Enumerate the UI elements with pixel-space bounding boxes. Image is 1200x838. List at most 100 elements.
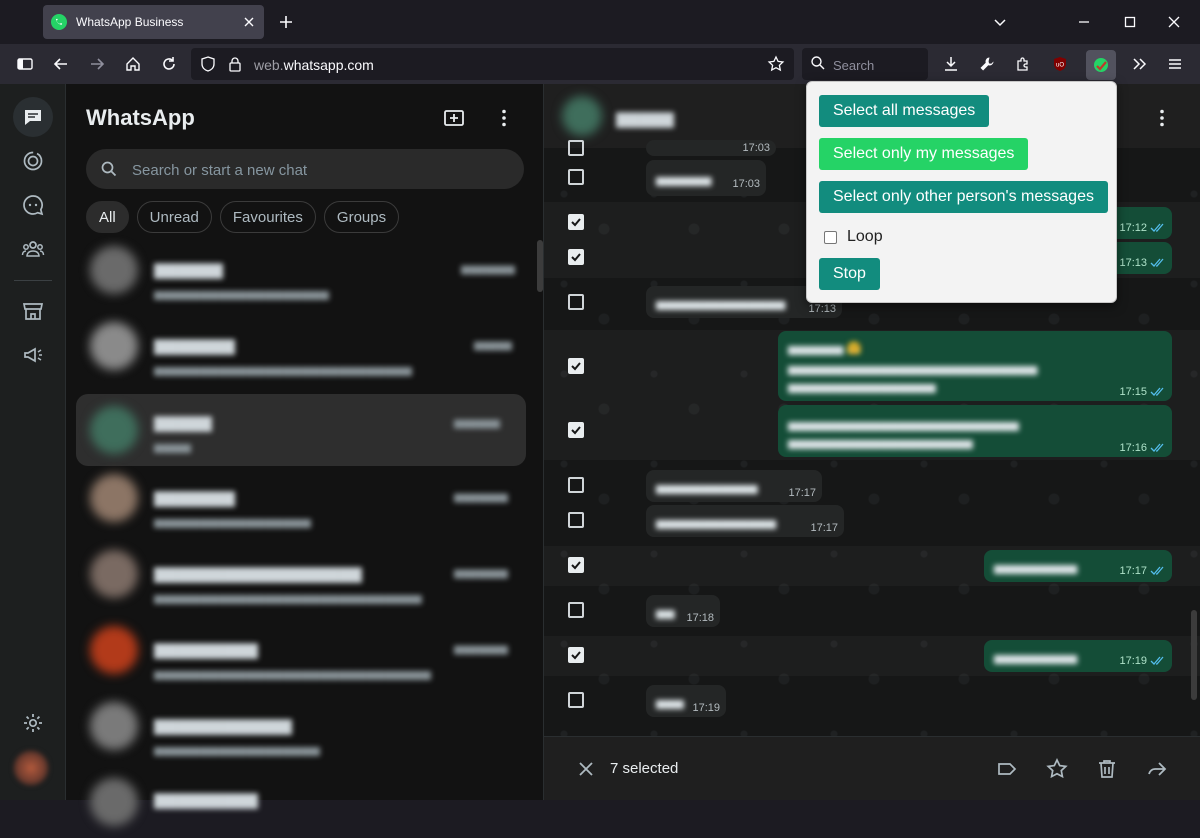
message-checkbox-checked[interactable] xyxy=(568,358,584,374)
delete-trash-icon[interactable] xyxy=(1095,757,1119,781)
overflow-chevrons-icon[interactable] xyxy=(1130,55,1148,73)
filter-chip-all[interactable]: All xyxy=(86,201,129,233)
conversation-menu-kebab-icon[interactable] xyxy=(1150,106,1174,130)
search-icon xyxy=(810,55,828,73)
selected-count: 7 selected xyxy=(610,760,679,777)
tab-list-chevron-icon[interactable] xyxy=(991,13,1009,31)
message-time-text: 17:19 xyxy=(1119,655,1147,667)
message-checkbox[interactable] xyxy=(568,477,584,493)
sidebar-toggle-icon[interactable] xyxy=(16,55,34,73)
filter-chip-favourites[interactable]: Favourites xyxy=(219,201,316,233)
loop-checkbox[interactable] xyxy=(824,230,837,244)
wrench-icon[interactable] xyxy=(978,55,996,73)
message-checkbox-checked[interactable] xyxy=(568,557,584,573)
chat-date-blurred: ▆▆▆▆▆▆▆ xyxy=(454,492,508,503)
select-all-messages-button[interactable]: Select all messages xyxy=(819,95,990,127)
channels-icon[interactable] xyxy=(21,193,45,217)
message-checkbox-checked[interactable] xyxy=(568,214,584,230)
lock-icon[interactable] xyxy=(226,55,244,73)
chat-date-blurred: ▆▆▆▆▆▆ xyxy=(454,418,501,429)
new-chat-icon[interactable] xyxy=(442,106,466,130)
menu-kebab-icon[interactable] xyxy=(492,106,516,130)
message-time: 17:03 xyxy=(742,142,770,154)
browser-tab[interactable]: WhatsApp Business xyxy=(43,5,264,39)
message-checkbox-checked[interactable] xyxy=(568,647,584,663)
whatsapp-selector-extension-button[interactable] xyxy=(1086,50,1116,80)
chats-icon[interactable] xyxy=(13,97,53,137)
outgoing-message-bubble: ▅▅▅▅▅▅ 🤗 ▅▅▅▅▅▅▅▅▅▅▅▅▅▅▅▅▅▅▅▅▅▅▅▅▅▅▅ ▅▅▅… xyxy=(778,331,1172,401)
ublock-origin-icon[interactable]: uO xyxy=(1051,55,1069,73)
read-ticks-icon xyxy=(1150,223,1164,232)
chat-name-blurred: ▇▇▇▇▇▇▇▇▇ xyxy=(154,792,258,809)
chat-preview-blurred: ▅▅▅▅▅▅▅▅▅▅▅▅▅▅▅▅▅▅▅▅▅▅▅▅▅▅▅▅ xyxy=(154,362,413,376)
star-icon[interactable] xyxy=(1045,757,1069,781)
communities-icon[interactable] xyxy=(21,237,45,261)
chat-list-item-selected[interactable]: ▇▇▇▇▇ ▆▆▆▆▆▆ ▅▅▅▅ xyxy=(76,394,526,466)
select-other-person-messages-button[interactable]: Select only other person's messages xyxy=(819,181,1108,213)
incoming-message-bubble: ▅▅ 17:18 xyxy=(646,595,720,627)
conversation-scrollbar[interactable] xyxy=(1191,610,1197,700)
bookmark-star-icon[interactable] xyxy=(767,55,785,73)
chat-list-item[interactable]: ▇▇▇▇▇▇▇▇▇▇▇▇▇▇▇▇▇▇ ▆▆▆▆▆▆▆ ▅▅▅▅▅▅▅▅▅▅▅▅▅… xyxy=(76,538,526,610)
minimize-icon[interactable] xyxy=(1075,13,1093,31)
label-tag-icon[interactable] xyxy=(995,757,1019,781)
message-text-blurred: ▅▅▅▅▅▅▅▅▅▅▅▅▅▅ xyxy=(656,296,786,310)
window-close-icon[interactable] xyxy=(1165,13,1183,31)
message-text-blurred: ▅▅▅▅▅▅▅▅▅ xyxy=(994,650,1078,664)
cancel-selection-close-icon[interactable] xyxy=(574,757,598,781)
message-time-text: 17:13 xyxy=(1119,257,1147,269)
forward-icon[interactable] xyxy=(88,55,106,73)
filter-chip-unread[interactable]: Unread xyxy=(136,201,212,233)
chat-list-item[interactable]: ▇▇▇▇▇▇▇ ▆▆▆▆▆▆▆ ▅▅▅▅▅▅▅▅▅▅▅▅▅▅▅▅▅ xyxy=(76,462,526,534)
message-checkbox[interactable] xyxy=(568,692,584,708)
megaphone-icon[interactable] xyxy=(21,343,45,367)
message-text-blurred: ▅▅ xyxy=(656,605,675,619)
chat-avatar xyxy=(90,626,138,674)
chat-name-blurred: ▇▇▇▇▇▇▇▇▇▇▇▇▇▇▇▇▇▇ xyxy=(154,566,362,583)
home-icon[interactable] xyxy=(124,55,142,73)
chat-preview-blurred: ▅▅▅▅▅▅▅▅▅▅▅▅▅▅▅▅▅▅▅ xyxy=(154,286,330,300)
message-checkbox[interactable] xyxy=(568,602,584,618)
chat-avatar xyxy=(90,474,138,522)
maximize-icon[interactable] xyxy=(1121,13,1139,31)
menu-hamburger-icon[interactable] xyxy=(1166,55,1184,73)
loop-option[interactable]: Loop xyxy=(824,228,883,246)
status-icon[interactable] xyxy=(21,149,45,173)
chat-list-item[interactable]: ▇▇▇▇▇▇ ▆▆▆▆▆▆▆ ▅▅▅▅▅▅▅▅▅▅▅▅▅▅▅▅▅▅▅ xyxy=(76,234,526,306)
message-checkbox-checked[interactable] xyxy=(568,422,584,438)
message-text-blurred: ▅▅▅▅▅▅ xyxy=(656,172,712,186)
reload-icon[interactable] xyxy=(160,55,178,73)
chat-list-item[interactable]: ▇▇▇▇▇▇▇▇▇▇▇▇ ▅▅▅▅▅▅▅▅▅▅▅▅▅▅▅▅▅▅ xyxy=(76,690,526,762)
chat-list-item[interactable]: ▇▇▇▇▇▇▇▇▇ ▆▆▆▆▆▆▆ ▅▅▅▅▅▅▅▅▅▅▅▅▅▅▅▅▅▅▅▅▅▅… xyxy=(76,614,526,686)
message-checkbox-checked[interactable] xyxy=(568,249,584,265)
incoming-message-bubble: ▅▅▅▅▅▅ 17:03 xyxy=(646,160,766,196)
message-text-blurred: ▅▅▅▅▅▅▅▅▅▅▅▅▅▅▅▅▅▅▅▅▅▅▅▅▅ xyxy=(788,417,1019,431)
stop-button[interactable]: Stop xyxy=(819,258,880,290)
chat-list-scrollbar[interactable] xyxy=(537,240,543,292)
back-icon[interactable] xyxy=(52,55,70,73)
rail-divider xyxy=(14,280,52,281)
chat-search-placeholder: Search or start a new chat xyxy=(132,162,308,179)
settings-gear-icon[interactable] xyxy=(21,711,45,735)
message-text-blurred: ▅▅▅ xyxy=(656,695,684,709)
chat-list-item[interactable]: ▇▇▇▇▇▇▇▇▇ xyxy=(76,766,526,838)
message-time-text: 17:15 xyxy=(1119,386,1147,398)
downloads-icon[interactable] xyxy=(942,55,960,73)
forward-arrow-icon[interactable] xyxy=(1145,757,1169,781)
profile-avatar[interactable] xyxy=(13,750,49,786)
message-checkbox[interactable] xyxy=(568,294,584,310)
message-checkbox[interactable] xyxy=(568,140,584,156)
tab-close-icon[interactable] xyxy=(242,15,256,29)
message-checkbox[interactable] xyxy=(568,512,584,528)
extensions-puzzle-icon[interactable] xyxy=(1014,55,1032,73)
new-tab-icon[interactable] xyxy=(277,13,295,31)
message-checkbox[interactable] xyxy=(568,169,584,185)
catalog-store-icon[interactable] xyxy=(21,299,45,323)
chat-avatar xyxy=(90,550,138,598)
chat-date-blurred: ▆▆▆▆▆▆▆ xyxy=(461,264,515,275)
select-my-messages-button[interactable]: Select only my messages xyxy=(819,138,1029,170)
shield-icon[interactable] xyxy=(199,55,217,73)
filter-chip-groups[interactable]: Groups xyxy=(323,201,400,233)
contact-avatar[interactable] xyxy=(562,96,602,136)
chat-list-item[interactable]: ▇▇▇▇▇▇▇ ▆▆▆▆▆ ▅▅▅▅▅▅▅▅▅▅▅▅▅▅▅▅▅▅▅▅▅▅▅▅▅▅… xyxy=(76,310,526,382)
